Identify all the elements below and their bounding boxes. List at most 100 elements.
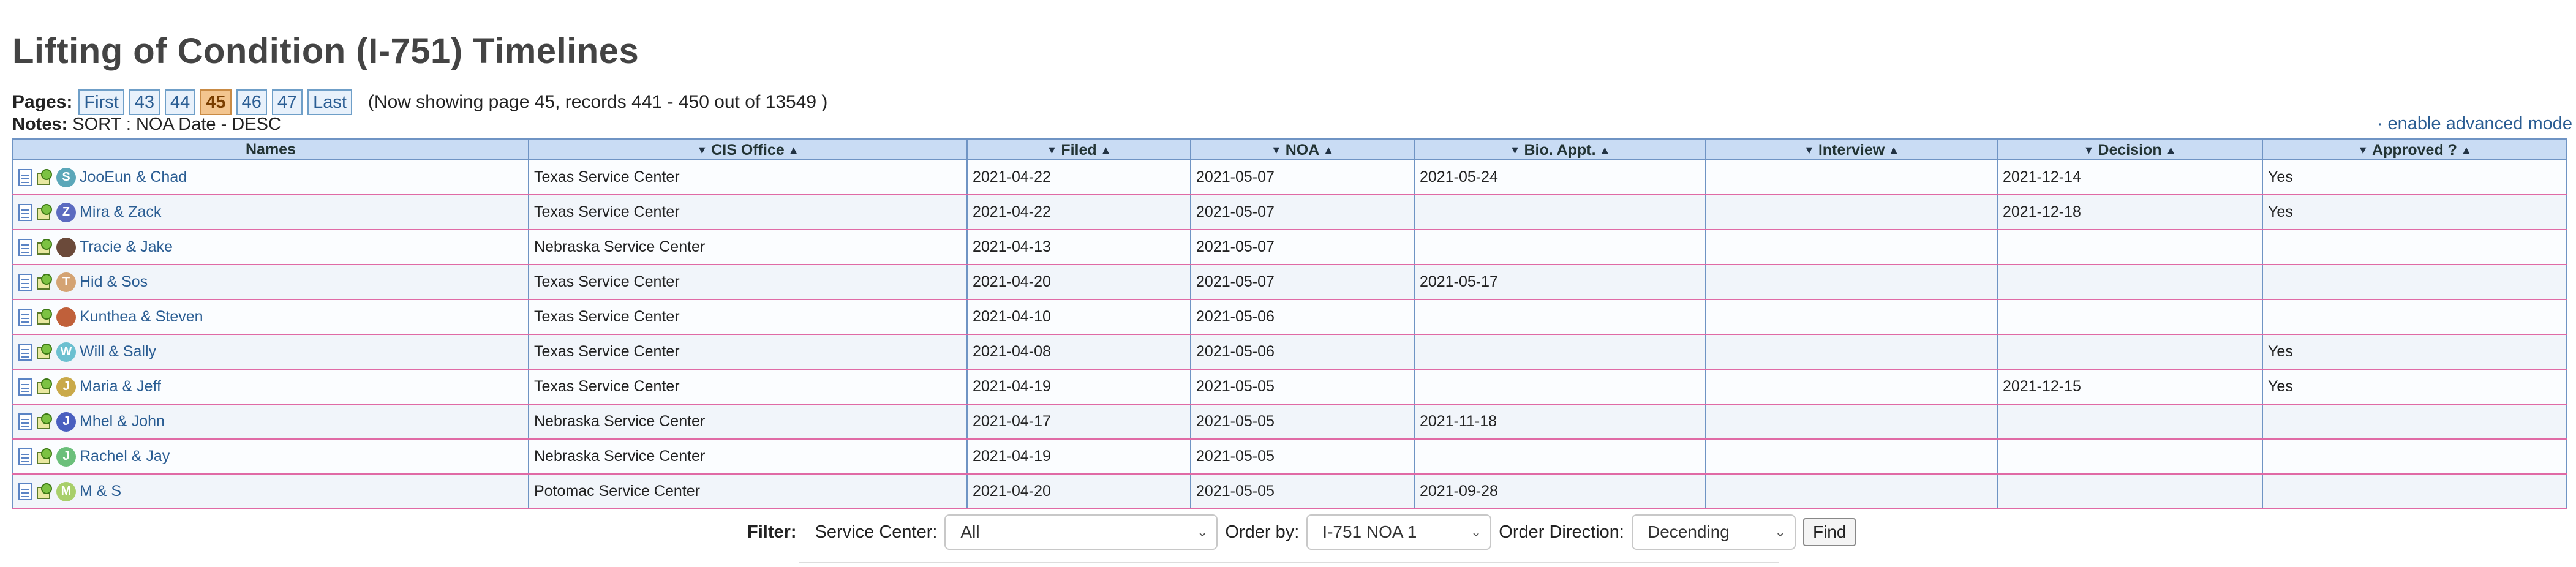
- sort-desc-icon[interactable]: ▼: [1047, 144, 1058, 157]
- cell-names: MM & S: [12, 474, 529, 509]
- sort-asc-icon[interactable]: ▲: [788, 144, 799, 157]
- case-status-icon[interactable]: [36, 308, 53, 326]
- cell-noa: 2021-05-07: [1190, 195, 1415, 230]
- couple-name-link[interactable]: Hid & Sos: [80, 273, 148, 291]
- sort-desc-icon[interactable]: ▼: [696, 144, 707, 157]
- page-link-last[interactable]: Last: [307, 89, 352, 115]
- case-status-icon[interactable]: [36, 168, 53, 186]
- notes-label: Notes:: [12, 115, 68, 134]
- avatar: S: [56, 167, 76, 187]
- sort-asc-icon[interactable]: ▲: [1323, 144, 1334, 157]
- name-cell-content: J Mhel & John: [18, 411, 523, 432]
- case-status-icon[interactable]: [36, 483, 53, 500]
- cell-bio-appt: [1414, 334, 1706, 370]
- case-status-icon[interactable]: [36, 238, 53, 256]
- couple-name-link[interactable]: Mhel & John: [80, 413, 165, 430]
- page-link-45[interactable]: 45: [200, 89, 232, 115]
- page-link-47[interactable]: 47: [271, 89, 303, 115]
- couple-name-link[interactable]: M & S: [80, 483, 121, 500]
- cell-bio-appt: [1414, 439, 1706, 475]
- col-header-filed[interactable]: ▼ Filed ▲: [966, 138, 1191, 160]
- case-status-icon[interactable]: [36, 203, 53, 221]
- case-status-icon[interactable]: [36, 448, 53, 465]
- sort-asc-icon[interactable]: ▲: [1888, 144, 1899, 157]
- order-by-select[interactable]: I-751 NOA 1 ⌄: [1306, 514, 1492, 550]
- case-status-icon[interactable]: [36, 413, 53, 430]
- couple-name-link[interactable]: Will & Sally: [80, 343, 156, 361]
- sort-desc-icon[interactable]: ▼: [1271, 144, 1282, 157]
- cell-approved: [2262, 404, 2567, 440]
- document-icon[interactable]: [18, 238, 32, 256]
- sort-asc-icon[interactable]: ▲: [1600, 144, 1611, 157]
- cell-cis-office: Texas Service Center: [528, 334, 968, 370]
- document-icon[interactable]: [18, 168, 32, 186]
- avatar: W: [56, 342, 76, 362]
- name-cell-content: Z Mira & Zack: [18, 202, 523, 222]
- cell-approved: [2262, 474, 2567, 509]
- couple-name-link[interactable]: JooEun & Chad: [80, 168, 187, 186]
- col-header-cis-office[interactable]: ▼ CIS Office ▲: [528, 138, 968, 160]
- couple-name-link[interactable]: Kunthea & Steven: [80, 308, 203, 326]
- cell-interview: [1705, 195, 1998, 230]
- enable-advanced-mode-link[interactable]: · enable advanced mode: [2377, 114, 2572, 134]
- page-title: Lifting of Condition (I-751) Timelines: [12, 31, 639, 71]
- cell-decision: [1997, 334, 2263, 370]
- order-direction-value: Decending: [1647, 522, 1730, 541]
- sort-asc-icon[interactable]: ▲: [2166, 144, 2177, 157]
- document-icon[interactable]: [18, 483, 32, 500]
- couple-name-link[interactable]: Rachel & Jay: [80, 448, 170, 465]
- sort-desc-icon[interactable]: ▼: [2084, 144, 2095, 157]
- col-header-approved[interactable]: ▼ Approved ? ▲: [2262, 138, 2567, 160]
- name-cell-content: J Rachel & Jay: [18, 446, 523, 467]
- case-status-icon[interactable]: [36, 273, 53, 291]
- col-header-decision[interactable]: ▼ Decision ▲: [1997, 138, 2263, 160]
- cell-noa: 2021-05-06: [1190, 299, 1415, 335]
- cell-noa: 2021-05-05: [1190, 474, 1415, 509]
- couple-name-link[interactable]: Maria & Jeff: [80, 378, 161, 396]
- sort-desc-icon[interactable]: ▼: [2357, 144, 2368, 157]
- avatar: M: [56, 481, 76, 501]
- col-header-noa[interactable]: ▼ NOA ▲: [1190, 138, 1415, 160]
- find-button[interactable]: Find: [1802, 518, 1856, 546]
- table-row: T Hid & Sos Texas Service Center 2021-04-20…: [12, 265, 2567, 300]
- document-icon[interactable]: [18, 308, 32, 326]
- cell-filed: 2021-04-19: [966, 439, 1191, 475]
- service-center-select[interactable]: All ⌄: [944, 514, 1218, 550]
- col-header-interview[interactable]: ▼ Interview ▲: [1705, 138, 1998, 160]
- page-link-43[interactable]: 43: [129, 89, 160, 115]
- name-cell-content: W Will & Sally: [18, 342, 523, 362]
- table-row: W Will & Sally Texas Service Center 2021-04…: [12, 334, 2567, 370]
- page-link-first[interactable]: First: [78, 89, 124, 115]
- document-icon[interactable]: [18, 203, 32, 221]
- case-status-icon[interactable]: [36, 378, 53, 396]
- records-showing: (Now showing page 45, records 441 - 450 …: [367, 92, 828, 112]
- timeline-table: Names ▼ CIS Office ▲ ▼ Filed ▲ ▼ NOA ▲ ▼ Bio. A…: [12, 138, 2567, 509]
- couple-name-link[interactable]: Tracie & Jake: [80, 238, 173, 256]
- document-icon[interactable]: [18, 343, 32, 361]
- case-status-icon[interactable]: [36, 343, 53, 361]
- document-icon[interactable]: [18, 378, 32, 396]
- page-link-46[interactable]: 46: [236, 89, 267, 115]
- cell-names: Z Mira & Zack: [12, 195, 529, 230]
- cell-interview: [1705, 299, 1998, 335]
- sort-asc-icon[interactable]: ▲: [1101, 144, 1112, 157]
- couple-name-link[interactable]: Mira & Zack: [80, 203, 161, 221]
- cell-bio-appt: 2021-09-28: [1414, 474, 1706, 509]
- col-header-bio-appt[interactable]: ▼ Bio. Appt. ▲: [1414, 138, 1706, 160]
- cell-approved: Yes: [2262, 160, 2567, 195]
- cell-filed: 2021-04-17: [966, 404, 1191, 440]
- document-icon[interactable]: [18, 273, 32, 291]
- sort-asc-icon[interactable]: ▲: [2461, 144, 2472, 157]
- cell-noa: 2021-05-05: [1190, 369, 1415, 405]
- cell-approved: [2262, 230, 2567, 265]
- document-icon[interactable]: [18, 413, 32, 430]
- order-direction-select[interactable]: Decending ⌄: [1631, 514, 1796, 550]
- cell-bio-appt: [1414, 299, 1706, 335]
- document-icon[interactable]: [18, 448, 32, 465]
- cell-names: J Rachel & Jay: [12, 439, 529, 475]
- sort-desc-icon[interactable]: ▼: [1510, 144, 1521, 157]
- cell-filed: 2021-04-20: [966, 474, 1191, 509]
- sort-desc-icon[interactable]: ▼: [1804, 144, 1815, 157]
- page-link-44[interactable]: 44: [165, 89, 196, 115]
- cell-filed: 2021-04-10: [966, 299, 1191, 335]
